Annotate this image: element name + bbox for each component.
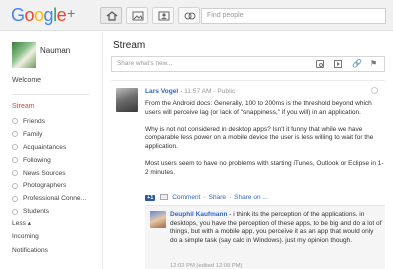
comment-link[interactable]: Comment	[172, 194, 200, 201]
sidebar-item-students[interactable]: Students	[12, 205, 86, 218]
profile-name[interactable]: Nauman	[40, 46, 70, 55]
comment-author-avatar[interactable]	[150, 211, 166, 228]
share-on-link[interactable]: Share on ...	[234, 194, 268, 201]
comment-icon	[160, 194, 169, 201]
sidebar-divider-vertical	[102, 32, 103, 269]
circles-icon	[184, 12, 196, 20]
post-visibility[interactable]: - Public	[211, 88, 235, 95]
sidebar-item-label: News Sources	[23, 169, 66, 177]
circle-icon	[12, 195, 18, 202]
sidebar-item-label: Photographers	[23, 182, 67, 190]
sidebar-item-label: Family	[23, 130, 43, 138]
photos-icon	[132, 11, 144, 21]
sidebar-less-toggle[interactable]: Less ▴	[12, 219, 31, 227]
left-sidebar: Nauman Welcome Stream Friends Family Acq…	[0, 32, 100, 269]
comments-section: Deuphil Kaufmann - i think its the perce…	[145, 205, 385, 269]
page-title: Stream	[113, 40, 146, 51]
avatar[interactable]	[12, 42, 36, 68]
video-icon[interactable]	[334, 60, 342, 68]
sidebar-item-family[interactable]: Family	[12, 128, 86, 141]
sidebar-item-incoming[interactable]: Incoming	[12, 233, 39, 240]
comment-timestamp: 12:02 PM (edited 12:09 PM)	[170, 263, 243, 269]
profile-nav-button[interactable]	[152, 7, 174, 24]
sidebar-divider	[12, 94, 90, 95]
search-input[interactable]: Find people	[201, 8, 386, 24]
circle-icon	[12, 118, 18, 125]
post-paragraph: From the Android docs: Generally, 100 to…	[145, 100, 372, 116]
share-input[interactable]: Share what's new...	[117, 60, 172, 67]
circle-icon	[12, 208, 18, 215]
post-author-avatar[interactable]	[116, 88, 138, 112]
welcome-link[interactable]: Welcome	[12, 77, 41, 84]
home-icon	[106, 11, 118, 21]
sidebar-item-news-sources[interactable]: News Sources	[12, 167, 86, 180]
sidebar-item-notifications[interactable]: Notifications	[12, 247, 48, 254]
sidebar-item-label: Students	[23, 208, 50, 216]
circle-icon	[12, 182, 18, 189]
post-menu-icon[interactable]	[371, 87, 378, 94]
post-body: From the Android docs: Generally, 100 to…	[145, 100, 385, 186]
sidebar-item-label: Following	[23, 156, 51, 164]
dot-separator: -	[229, 194, 232, 201]
top-bar: Google+ Find people	[0, 0, 393, 31]
sidebar-item-friends[interactable]: Friends	[12, 115, 86, 128]
home-nav-button[interactable]	[100, 7, 122, 24]
post-author[interactable]: Lars Vogel	[145, 88, 178, 95]
share-link[interactable]: Share	[209, 194, 226, 201]
share-box[interactable]: Share what's new... 🔗 ⚑	[111, 56, 385, 72]
circles-list: Friends Family Acquaintances Following N…	[12, 115, 86, 218]
comment-text: Deuphil Kaufmann - i think its the perce…	[170, 211, 382, 245]
post-actions: +1 Comment - Share - Share on ...	[145, 194, 268, 201]
comment-author[interactable]: Deuphil Kaufmann	[170, 211, 227, 218]
circle-icon	[12, 144, 18, 151]
sidebar-item-label: Acquaintances	[23, 143, 67, 151]
sidebar-item-acquaintances[interactable]: Acquaintances	[12, 141, 86, 154]
sidebar-item-photographers[interactable]: Photographers	[12, 179, 86, 192]
link-icon[interactable]: 🔗	[352, 60, 362, 68]
sidebar-item-stream[interactable]: Stream	[12, 103, 35, 110]
circles-nav-button[interactable]	[178, 7, 200, 24]
sidebar-item-label: Friends	[23, 117, 45, 125]
post-paragraph: Why is not not considered in desktop app…	[145, 125, 374, 151]
sidebar-item-label: Professional Conne...	[23, 195, 87, 203]
circle-icon	[12, 157, 18, 164]
post-header: Lars Vogel - 11:57 AM - Public	[145, 88, 235, 95]
sidebar-item-following[interactable]: Following	[12, 154, 86, 167]
photos-nav-button[interactable]	[126, 7, 148, 24]
post-paragraph: Most users seem to have no problems with…	[145, 160, 384, 176]
plus-one-button[interactable]: +1	[145, 195, 156, 201]
location-icon[interactable]: ⚑	[370, 60, 378, 68]
post-timestamp[interactable]: 11:57 AM	[184, 88, 211, 95]
circle-icon	[12, 170, 18, 176]
sidebar-item-professional[interactable]: Professional Conne...	[12, 192, 86, 205]
post-divider	[111, 80, 385, 81]
circle-icon	[12, 131, 18, 138]
dot-separator: -	[203, 194, 206, 201]
camera-icon[interactable]	[316, 60, 324, 68]
profile-icon	[158, 11, 170, 21]
share-icons: 🔗 ⚑	[316, 60, 378, 68]
google-plus-logo[interactable]: Google+	[11, 5, 75, 26]
